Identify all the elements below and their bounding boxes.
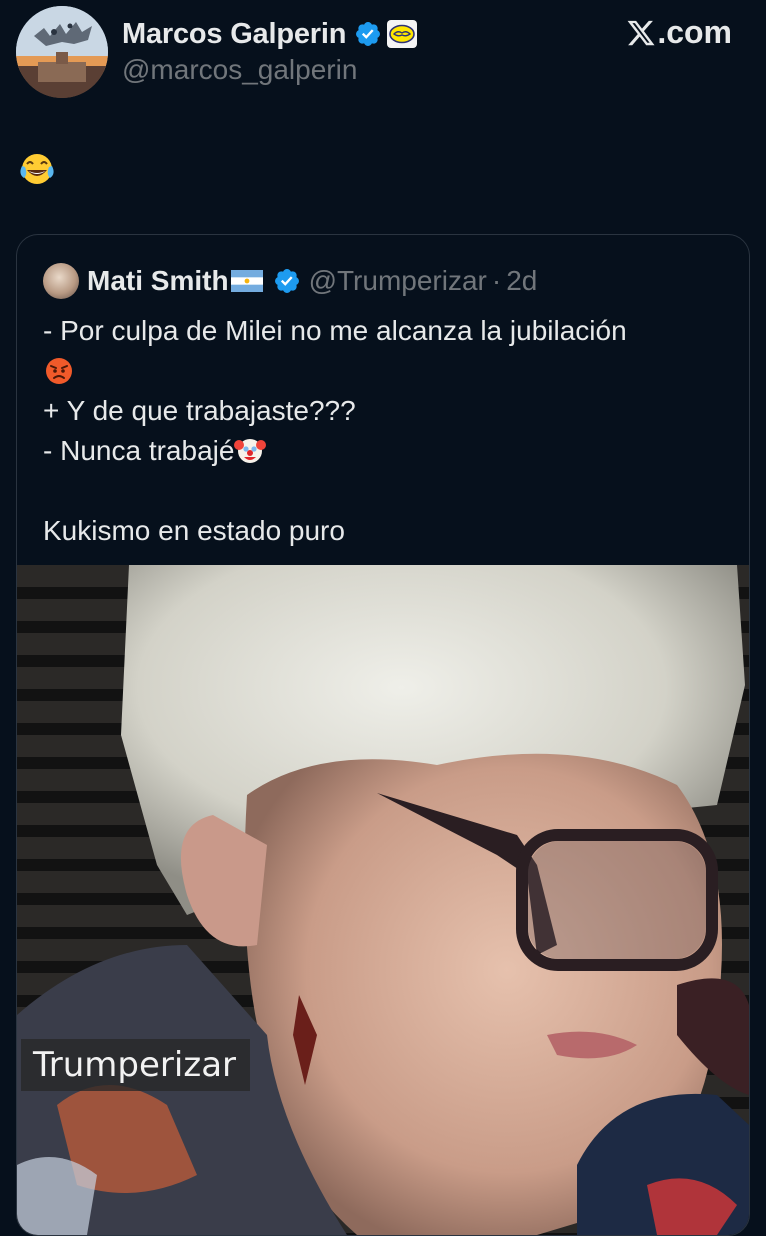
quoted-tweet-line: - Nunca trabajé — [43, 431, 723, 471]
author-name-row: Marcos Galperin — [122, 14, 418, 54]
affiliate-badge[interactable] — [387, 20, 418, 48]
quoted-author-avatar[interactable] — [43, 263, 79, 299]
x-logo-icon — [627, 20, 655, 45]
angry-face-icon — [46, 358, 72, 384]
face-with-tears-of-joy-icon — [20, 154, 54, 184]
quoted-tweet-blank-line — [43, 471, 723, 511]
quoted-author-display-name[interactable]: Mati Smith — [87, 265, 229, 297]
verified-badge-icon — [274, 269, 299, 293]
quoted-tweet-line: + Y de que trabajaste??? — [43, 395, 356, 426]
clown-face-icon — [234, 439, 267, 463]
author-display-name[interactable]: Marcos Galperin — [122, 18, 346, 51]
author-avatar[interactable] — [16, 6, 108, 98]
author-avatar-image — [16, 6, 108, 98]
quoted-author-handle[interactable]: @Trumperizar — [309, 265, 487, 297]
site-label-text: .com — [657, 14, 732, 50]
quoted-tweet-card[interactable]: Mati Smith @Trumperizar · 2d - Por culpa… — [16, 234, 750, 1236]
argentina-flag-icon — [230, 270, 263, 292]
quoted-tweet-line: - Por culpa de Milei no me alcanza la ju… — [43, 315, 627, 346]
site-label: .com — [626, 14, 732, 51]
tweet-header: Marcos Galperin @marcos_galperin .com — [0, 0, 766, 110]
handshake-logo-icon — [389, 24, 416, 44]
quoted-tweet-line-text: - Nunca trabajé — [43, 435, 235, 466]
quoted-tweet-line: Kukismo en estado puro — [43, 515, 345, 546]
quoted-tweet-header: Mati Smith @Trumperizar · 2d — [43, 263, 537, 299]
quoted-tweet-timestamp[interactable]: 2d — [506, 265, 537, 297]
quoted-tweet-text: - Por culpa de Milei no me alcanza la ju… — [43, 311, 723, 551]
quoted-tweet-media[interactable]: Trumperizar — [17, 565, 749, 1235]
video-frame-woman-image — [17, 565, 749, 1235]
verified-badge-icon — [356, 22, 381, 46]
author-handle[interactable]: @marcos_galperin — [122, 54, 357, 86]
quoted-tweet-line-emoji — [43, 351, 723, 391]
video-watermark: Trumperizar — [21, 1039, 251, 1091]
separator-dot: · — [491, 265, 502, 296]
